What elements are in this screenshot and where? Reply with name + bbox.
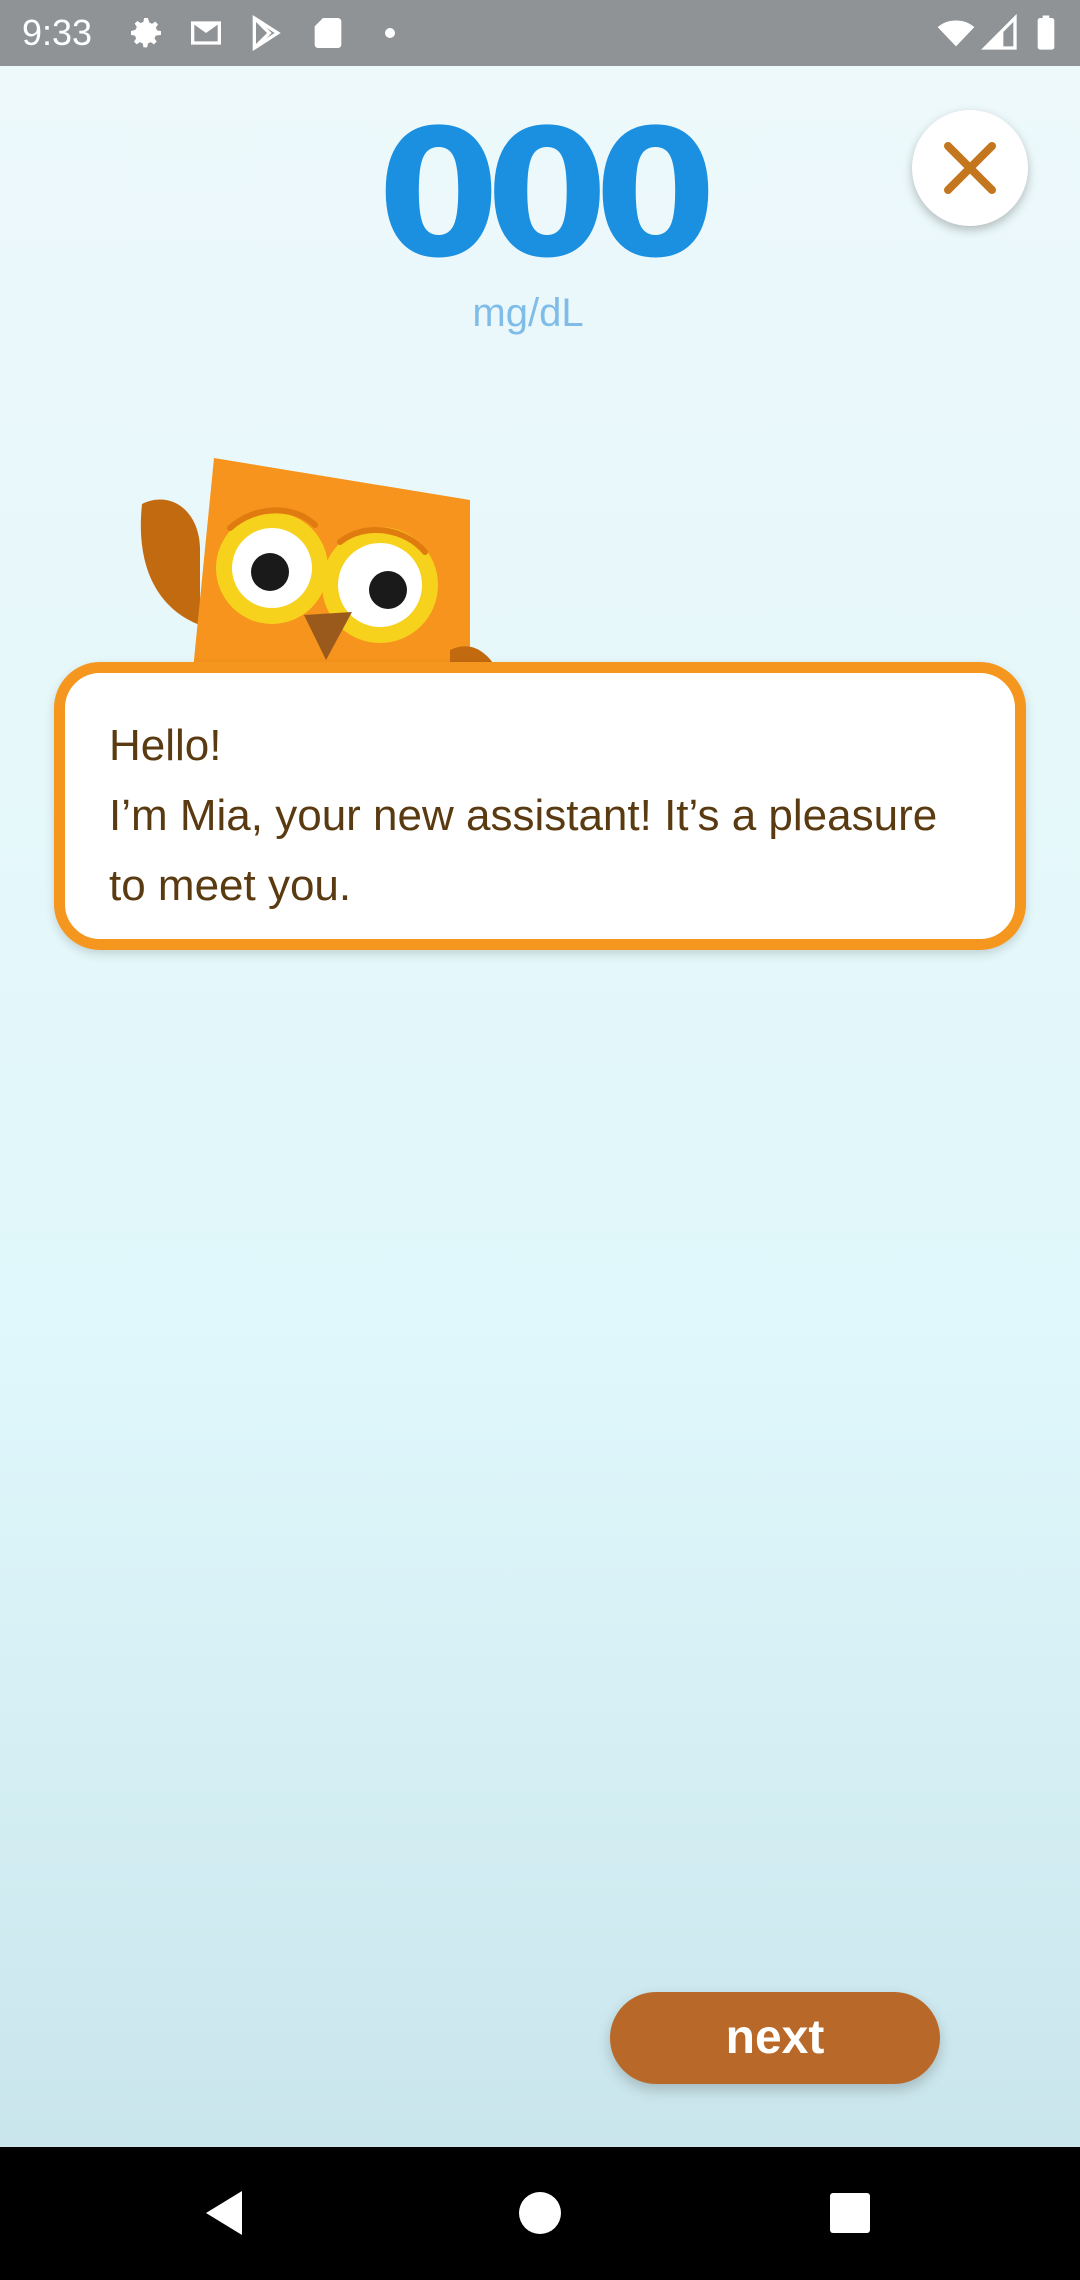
recents-icon[interactable] (814, 2177, 886, 2249)
back-icon[interactable] (190, 2177, 262, 2249)
message-line-closing: to meet you. (109, 861, 352, 910)
status-bar: 9:33 (0, 0, 1080, 66)
status-time: 9:33 (22, 12, 93, 53)
battery-icon (1026, 13, 1066, 53)
message-line-intro: I’m Mia, your new assistant! It’s a plea… (109, 791, 938, 840)
navigation-bar (0, 2147, 1080, 2280)
glucose-value: 000 (377, 92, 716, 297)
app-screen: 9:33 000 mg/dL Hello! I’m Mia, your new … (0, 0, 1080, 2280)
message-line-greeting: Hello! (109, 721, 222, 770)
glucose-unit: mg/dL (472, 291, 584, 335)
gmail-icon (186, 13, 226, 53)
assistant-speech-bubble: Hello! I’m Mia, your new assistant! It’s… (54, 662, 1026, 950)
close-button[interactable] (912, 110, 1028, 226)
wifi-icon (936, 13, 976, 53)
assistant-message: Hello! I’m Mia, your new assistant! It’s… (109, 711, 989, 921)
gear-icon (126, 13, 166, 53)
close-icon (944, 142, 996, 194)
next-button[interactable]: next (610, 1992, 940, 2084)
play-store-icon (246, 13, 286, 53)
sd-card-icon (308, 13, 348, 53)
owl-mascot-icon (130, 450, 510, 680)
dot-icon (370, 13, 410, 53)
signal-icon (980, 13, 1020, 53)
home-icon[interactable] (504, 2177, 576, 2249)
